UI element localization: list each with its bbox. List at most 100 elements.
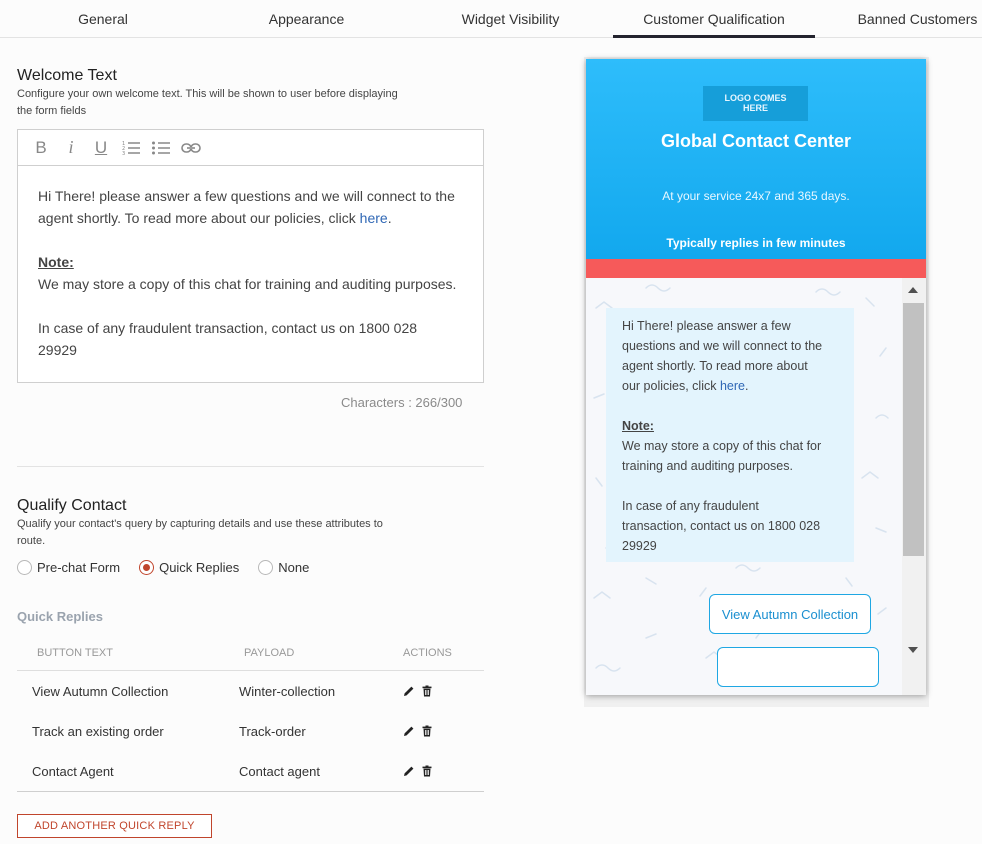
underline-icon[interactable]: U — [86, 133, 116, 163]
delete-trash-icon[interactable] — [421, 685, 433, 697]
reply-time-note: Typically replies in few minutes — [666, 236, 846, 250]
radio-none[interactable]: None — [258, 560, 309, 575]
bubble-line: questions and we will connect to the — [622, 339, 823, 353]
add-quick-reply-button[interactable]: ADD ANOTHER QUICK REPLY — [17, 814, 212, 838]
bold-icon[interactable]: B — [26, 133, 56, 163]
cell-button-text: View Autumn Collection — [32, 683, 169, 699]
bubble-line: our policies, click here. — [622, 376, 838, 396]
scroll-up-arrow-icon[interactable] — [908, 287, 918, 293]
link-icon[interactable] — [176, 133, 206, 163]
policies-link[interactable]: here — [360, 210, 388, 226]
widget-chat-area: Hi There! please answer a few questions … — [586, 278, 926, 695]
tab-widget-visibility[interactable]: Widget Visibility — [446, 0, 575, 38]
delete-trash-icon[interactable] — [421, 765, 433, 777]
tab-customer-qualification[interactable]: Customer Qualification — [613, 0, 815, 38]
editor-text: agent shortly. To read more about our po… — [38, 210, 360, 226]
qualify-description-line-2: route. — [17, 535, 46, 547]
character-count: Characters : 266/300 — [341, 395, 463, 410]
column-header-payload: PAYLOAD — [244, 646, 295, 659]
widget-title: Global Contact Center — [660, 131, 852, 151]
radio-label: Pre-chat Form — [37, 560, 121, 575]
radio-button[interactable] — [17, 560, 32, 575]
radio-button-selected[interactable] — [139, 560, 155, 575]
column-header-button-text: BUTTON TEXT — [37, 646, 113, 659]
bubble-line: Hi There! please answer a few — [622, 319, 791, 333]
scrollbar-thumb[interactable] — [903, 303, 924, 556]
tab-appearance[interactable]: Appearance — [256, 0, 357, 38]
cell-button-text: Contact Agent — [32, 763, 114, 779]
svg-text:3: 3 — [122, 151, 125, 156]
welcome-description-line-1: Configure your own welcome text. This wi… — [17, 88, 398, 100]
logo-text-line-1: LOGO COMES — [724, 93, 787, 103]
bubble-note-label: Note: — [622, 419, 654, 433]
table-row: View Autumn Collection Winter-collection — [17, 671, 484, 711]
quick-reply-preview-button[interactable]: View Autumn Collection — [709, 594, 871, 634]
quick-replies-table: BUTTON TEXT PAYLOAD ACTIONS View Autumn … — [17, 635, 484, 792]
cell-payload: Contact agent — [239, 763, 320, 779]
cell-payload: Track-order — [239, 723, 306, 739]
editor-toolbar: B i U 123 — [18, 130, 483, 166]
row-actions — [403, 725, 433, 737]
italic-icon[interactable]: i — [56, 133, 86, 163]
table-row: Contact Agent Contact agent — [17, 751, 484, 791]
widget-red-band — [586, 259, 926, 278]
editor-text: . — [387, 210, 392, 226]
bubble-line: 29929 — [622, 539, 657, 553]
bubble-line: transaction, contact us on 1800 028 — [622, 519, 821, 533]
logo-placeholder: LOGO COMES HERE — [703, 86, 808, 121]
editor-line: In case of any fraudulent transaction, c… — [38, 320, 418, 336]
welcome-text-editor[interactable]: B i U 123 Hi There! please answer a few … — [17, 129, 484, 383]
table-header: BUTTON TEXT PAYLOAD ACTIONS — [17, 635, 484, 671]
bubble-line: agent shortly. To read more about — [622, 359, 808, 373]
radio-label: Quick Replies — [159, 560, 240, 575]
radio-label: None — [278, 560, 310, 575]
section-divider — [17, 466, 484, 467]
qualify-contact-title: Qualify Contact — [17, 497, 127, 514]
edit-pencil-icon[interactable] — [403, 725, 415, 737]
scroll-down-arrow-icon[interactable] — [908, 647, 918, 653]
welcome-text-description: Configure your own welcome text. This wi… — [17, 86, 398, 120]
bulleted-list-icon[interactable] — [146, 133, 176, 163]
table-row: Track an existing order Track-order — [17, 711, 484, 751]
table-bottom-border — [17, 791, 484, 792]
bubble-text: our policies, click — [622, 379, 720, 393]
bubble-text: . — [744, 379, 749, 393]
numbered-list-icon[interactable]: 123 — [116, 133, 146, 163]
editor-line: Hi There! please answer a few questions … — [38, 188, 455, 204]
quick-reply-preview-button-partial[interactable] — [717, 647, 879, 687]
welcome-message-bubble: Hi There! please answer a few questions … — [606, 308, 854, 562]
column-header-actions: ACTIONS — [403, 646, 452, 659]
note-label: Note: — [38, 254, 74, 270]
tab-general[interactable]: General — [65, 0, 141, 38]
edit-pencil-icon[interactable] — [403, 685, 415, 697]
radio-pre-chat-form[interactable]: Pre-chat Form — [17, 560, 120, 575]
delete-trash-icon[interactable] — [421, 725, 433, 737]
chat-scrollbar[interactable] — [902, 278, 926, 695]
logo-text-line-2: HERE — [742, 103, 768, 113]
radio-button[interactable] — [258, 560, 274, 575]
qualify-contact-description: Qualify your contact's query by capturin… — [17, 516, 383, 550]
qualify-description-line-1: Qualify your contact's query by capturin… — [17, 518, 383, 530]
cell-button-text: Track an existing order — [32, 723, 164, 739]
widget-subtitle: At your service 24x7 and 365 days. — [662, 189, 850, 203]
cell-payload: Winter-collection — [239, 683, 336, 699]
editor-content[interactable]: Hi There! please answer a few questions … — [18, 166, 483, 361]
qualify-method-radio-group: Pre-chat Form Quick Replies None — [17, 560, 328, 575]
settings-tabs: General Appearance Widget Visibility Cus… — [0, 0, 982, 38]
widget-header: LOGO COMES HERE Global Contact Center At… — [586, 59, 926, 259]
bubble-line: training and auditing purposes. — [622, 459, 793, 473]
row-actions — [403, 685, 433, 697]
editor-line: We may store a copy of this chat for tra… — [38, 276, 457, 292]
bubble-policies-link[interactable]: here — [720, 379, 745, 393]
row-actions — [403, 765, 433, 777]
editor-line: 29929 — [38, 342, 77, 358]
radio-quick-replies[interactable]: Quick Replies — [139, 560, 239, 575]
tab-banned-customers[interactable]: Banned Customers — [850, 0, 982, 38]
editor-line: agent shortly. To read more about our po… — [38, 207, 463, 229]
welcome-description-line-2: the form fields — [17, 105, 87, 117]
edit-pencil-icon[interactable] — [403, 765, 415, 777]
welcome-text-title: Welcome Text — [17, 67, 117, 84]
bubble-line: We may store a copy of this chat for — [622, 439, 822, 453]
bubble-line: In case of any fraudulent — [622, 499, 759, 513]
chat-widget-preview: LOGO COMES HERE Global Contact Center At… — [586, 59, 926, 695]
